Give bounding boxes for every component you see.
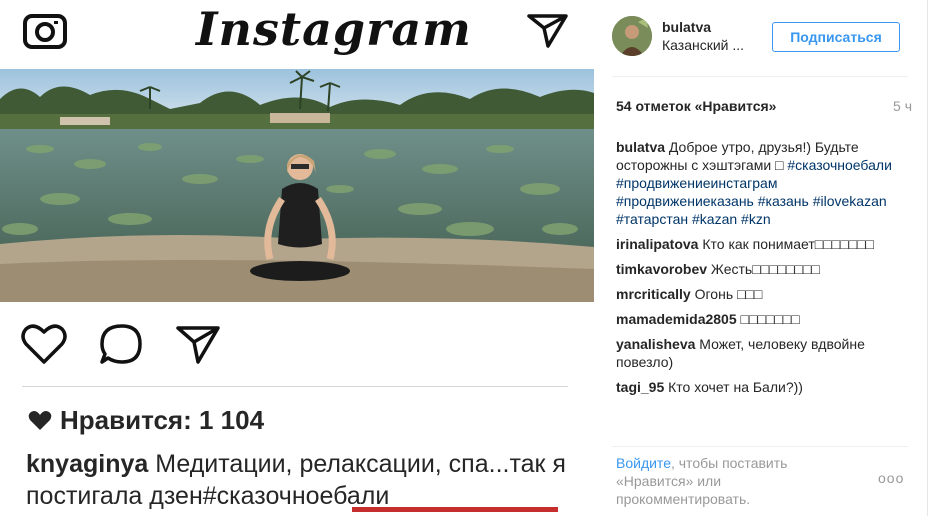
comment-item: yanalisheva Может, человеку вдвойне пове… xyxy=(616,335,916,371)
caption-username: knyaginya xyxy=(26,450,149,478)
post-time[interactable]: 5 ч xyxy=(893,98,912,114)
comment-username[interactable]: yanalisheva xyxy=(616,336,695,352)
embedded-post-screenshot: Instagram Нравится: 1 104 knyaginya Меди… xyxy=(0,0,594,516)
comment-item: irinalipatova Кто как понимает□□□□□□□ xyxy=(616,235,916,253)
camera-icon xyxy=(23,14,67,49)
divider xyxy=(612,76,908,77)
instagram-top-bar: Instagram xyxy=(0,0,594,68)
comment-item: bulatva Доброе утро, друзья!) Будьте ост… xyxy=(616,138,916,228)
comment-item: timkavorobev Жесть□□□□□□□□ xyxy=(616,260,916,278)
likes-count: Нравится: 1 104 xyxy=(60,404,265,435)
likes-line: Нравится: 1 104 xyxy=(28,402,264,438)
post-username[interactable]: bulatva xyxy=(662,19,711,35)
login-link[interactable]: Войдите xyxy=(616,455,671,471)
comment-username[interactable]: mamademida2805 xyxy=(616,311,737,327)
panel-border xyxy=(927,0,928,516)
comment-username[interactable]: timkavorobev xyxy=(616,261,707,277)
instagram-logo: Instagram xyxy=(196,2,472,56)
comment-username[interactable]: tagi_95 xyxy=(616,379,664,395)
comment-username[interactable]: bulatva xyxy=(616,139,665,155)
comment-icon xyxy=(100,324,142,364)
divider xyxy=(22,386,568,387)
likes-count[interactable]: 54 отметок «Нравится» xyxy=(616,98,776,114)
comment-item: mamademida2805 □□□□□□□ xyxy=(616,310,916,328)
post-side-panel: bulatva Казанский ... Подписаться 54 отм… xyxy=(594,0,936,516)
heart-icon xyxy=(21,324,67,364)
post-header: bulatva Казанский ... Подписаться xyxy=(612,16,922,60)
post-actions xyxy=(0,318,594,374)
post-photo xyxy=(0,69,594,302)
post-caption: knyaginya Медитации, релаксации, спа...т… xyxy=(26,448,586,512)
comment-item: mrcritically Огонь □□□ xyxy=(616,285,916,303)
login-prompt: Войдите, чтобы поставить «Нравится» или … xyxy=(616,454,846,508)
comment-text: Кто как понимает□□□□□□□ xyxy=(698,236,874,252)
caption-hashtag: #сказочноебали xyxy=(202,482,390,510)
heart-filled-icon xyxy=(28,411,52,430)
comments-list: bulatva Доброе утро, друзья!) Будьте ост… xyxy=(616,138,916,403)
comment-username[interactable]: irinalipatova xyxy=(616,236,698,252)
comment-text: Огонь □□□ xyxy=(690,286,763,302)
avatar[interactable] xyxy=(612,16,652,56)
divider xyxy=(612,446,908,447)
post-location[interactable]: Казанский ... xyxy=(662,37,744,53)
comment-item: tagi_95 Кто хочет на Бали?)) xyxy=(616,378,916,396)
comment-username[interactable]: mrcritically xyxy=(616,286,691,302)
comment-text: Жесть□□□□□□□□ xyxy=(707,261,820,277)
share-icon xyxy=(176,326,220,364)
comment-text: Кто хочет на Бали?)) xyxy=(664,379,803,395)
follow-button[interactable]: Подписаться xyxy=(772,22,900,52)
send-icon xyxy=(527,14,568,48)
comment-text: □□□□□□□ xyxy=(736,311,800,327)
hashtag-underline xyxy=(352,507,558,512)
more-options-icon[interactable]: ooo xyxy=(878,470,904,486)
